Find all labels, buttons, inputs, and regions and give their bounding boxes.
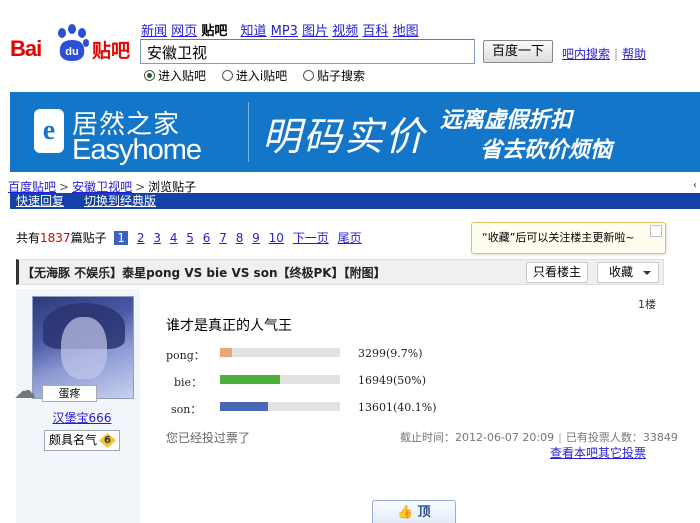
page-link[interactable]: 3 <box>153 231 161 245</box>
vote-bar-fill <box>220 375 280 384</box>
vote-deadline: 截止时间：2012-06-07 20:09 <box>400 431 555 444</box>
only-host-button[interactable]: 只看楼主 <box>526 262 588 283</box>
vote-option-name: son： <box>171 403 202 416</box>
favorite-tooltip: “收藏”后可以关注楼主更新啦~ <box>471 222 666 254</box>
nav-web[interactable]: 网页 <box>171 24 197 39</box>
logo-du-text: du <box>65 46 78 58</box>
avatar[interactable] <box>32 296 134 399</box>
radio-enter-itieba[interactable]: 进入i贴吧 <box>221 67 287 84</box>
page-link[interactable]: 9 <box>252 231 260 245</box>
search-mode-radios: 进入贴吧 进入i贴吧 贴子搜索 <box>144 67 377 84</box>
search-input[interactable]: 安徽卫视 <box>140 39 475 64</box>
last-page-link[interactable]: 尾页 <box>338 231 362 245</box>
quick-action-bar: 快速回复 切换到经典版 <box>10 193 700 209</box>
page-link[interactable]: 7 <box>219 231 227 245</box>
page-current: 1 <box>114 231 129 245</box>
next-page-link[interactable]: 下一页 <box>293 231 329 245</box>
banner-sub-slogan-1: 远离虚假折扣 <box>440 108 573 133</box>
radio-enter-tieba[interactable]: 进入贴吧 <box>144 67 206 84</box>
vote-option-name: bie： <box>174 376 203 389</box>
vote-voter-count: 已有投票人数：33849 <box>565 431 678 444</box>
inbar-search-link[interactable]: 吧内搜索 <box>562 47 610 61</box>
chevron-down-icon <box>643 271 651 275</box>
nav-zhidao[interactable]: 知道 <box>240 24 266 39</box>
ding-button[interactable]: 👍 顶 <box>372 500 456 523</box>
voted-message: 您已经投过票了 <box>166 431 251 445</box>
vote-result: 16949(50%) <box>358 374 427 387</box>
nav-news[interactable]: 新闻 <box>141 24 167 39</box>
help-link[interactable]: 帮助 <box>622 47 646 61</box>
vote-bar-track <box>220 375 340 384</box>
pager: 共有1837篇贴子 1 2 3 4 5 6 7 8 9 10 下一页 尾页 <box>16 231 362 245</box>
vote-result: 3299(9.7%) <box>358 347 423 360</box>
quick-reply-link[interactable]: 快速回复 <box>16 194 64 208</box>
nav-images[interactable]: 图片 <box>302 24 328 39</box>
vote-title: 谁才是真正的人气王 <box>166 318 292 334</box>
page-link[interactable]: 2 <box>137 231 145 245</box>
post-count: 1837 <box>40 231 71 245</box>
favorite-button[interactable]: 收藏 <box>597 262 659 283</box>
breadcrumb-current: 浏览贴子 <box>148 180 197 194</box>
vote-bar-fill <box>220 402 269 411</box>
logo-tieba-text: 贴吧 <box>92 40 131 62</box>
thumbs-up-icon: 👍 <box>397 505 414 520</box>
scroll-arrow-icon[interactable]: ‹ <box>693 180 700 191</box>
vote-bar-fill <box>220 348 232 357</box>
easyhome-logo-icon: e <box>34 109 64 153</box>
banner-divider <box>248 102 249 162</box>
classic-view-link[interactable]: 切换到经典版 <box>84 194 156 208</box>
radio-unchecked-icon <box>303 70 315 81</box>
nav-video[interactable]: 视频 <box>332 24 358 39</box>
page-link[interactable]: 8 <box>236 231 244 245</box>
vote-bar-track <box>220 348 340 357</box>
breadcrumb-tieba[interactable]: 百度贴吧 <box>8 180 56 194</box>
close-icon[interactable] <box>650 225 662 237</box>
vote-result: 13601(40.1%) <box>358 401 437 414</box>
radio-checked-icon <box>144 70 155 81</box>
radio-post-search[interactable]: 贴子搜索 <box>303 67 365 84</box>
vote-meta: 截止时间：2012-06-07 20:09 | 已有投票人数：33849 <box>400 431 678 444</box>
top-nav: 新闻 网页 贴吧 知道 MP3 图片 视频 百科 地图 <box>141 20 419 39</box>
baidu-tieba-logo[interactable]: Bai du 贴吧 <box>10 22 134 72</box>
page-link[interactable]: 10 <box>269 231 284 245</box>
breadcrumb-forum[interactable]: 安徽卫视吧 <box>72 180 132 194</box>
nav-mp3[interactable]: MP3 <box>271 24 298 39</box>
nav-baike[interactable]: 百科 <box>362 24 388 39</box>
paw-logo-icon: du <box>58 24 89 61</box>
pet-badge-icon: ☁ <box>14 379 36 404</box>
banner-brand-en: Easyhome <box>72 134 202 166</box>
vote-option-name: pong： <box>166 349 205 362</box>
banner-slogan: 明码实价 <box>262 115 427 160</box>
search-button[interactable]: 百度一下 <box>483 40 553 63</box>
nav-map[interactable]: 地图 <box>393 24 419 39</box>
page-link[interactable]: 5 <box>186 231 194 245</box>
banner-sub-slogan-2: 省去砍价烦恼 <box>480 138 613 163</box>
thread-title: 【无海豚 不娱乐】泰星pong VS bie VS son【终极PK】【附图】 <box>22 266 386 280</box>
author-name[interactable]: 汉堡宝666 <box>32 409 132 426</box>
radio-unchecked-icon <box>221 70 233 81</box>
search-side-links: 吧内搜索 | 帮助 <box>562 47 647 61</box>
other-votes-link[interactable]: 查看本吧其它投票 <box>550 444 646 461</box>
badge-label: 蛋疼 <box>42 385 97 402</box>
floor-number: 1楼 <box>638 298 656 311</box>
logo-bai-text: Bai <box>10 36 42 61</box>
nav-tieba: 贴吧 <box>201 24 228 39</box>
ad-banner[interactable]: e 居然之家 Easyhome 明码实价 远离虚假折扣 省去砍价烦恼 <box>10 92 700 172</box>
vote-bar-track <box>220 402 340 411</box>
page-link[interactable]: 6 <box>203 231 211 245</box>
page-link[interactable]: 4 <box>170 231 178 245</box>
